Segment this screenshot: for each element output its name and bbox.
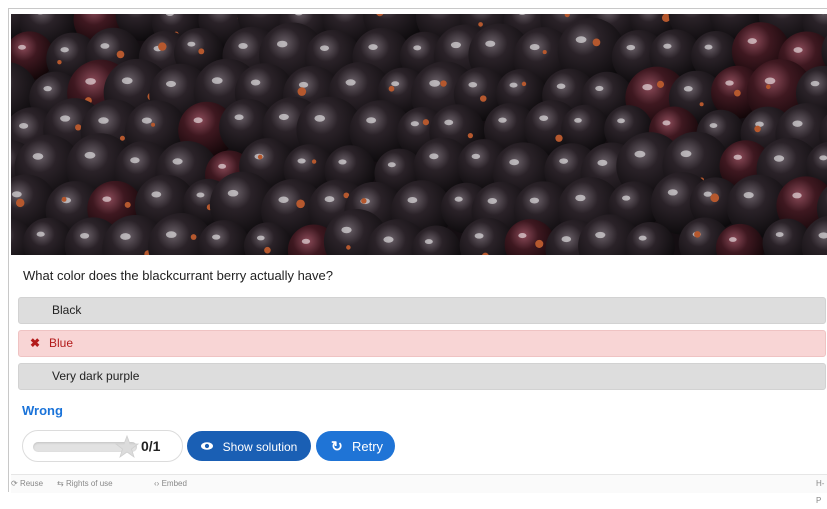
footer-bar: ⟳ Reuse ⇆ Rights of use ‹› Embed H-P xyxy=(11,474,827,493)
brand-logo: H-P xyxy=(816,475,827,509)
feedback-text: Wrong xyxy=(22,403,63,418)
embed-link[interactable]: ‹› Embed xyxy=(154,475,187,492)
answer-option-black[interactable]: Black xyxy=(18,297,826,324)
answer-label: Very dark purple xyxy=(52,369,139,383)
retry-icon: ↻ xyxy=(331,431,343,461)
star-icon xyxy=(115,435,139,459)
show-solution-button[interactable]: Show solution xyxy=(187,431,311,461)
question-text: What color does the blackcurrant berry a… xyxy=(23,268,333,283)
answer-label: Blue xyxy=(49,331,73,356)
score-text: 0/1 xyxy=(141,438,160,454)
wrong-mark-icon: ✖ xyxy=(30,331,40,356)
answer-option-very-dark-purple[interactable]: Very dark purple xyxy=(18,363,826,390)
eye-icon xyxy=(201,431,213,472)
retry-label: Retry xyxy=(352,439,383,454)
answer-option-blue[interactable]: ✖ Blue xyxy=(18,330,826,357)
show-solution-label: Show solution xyxy=(223,440,298,454)
score-bar: 0/1 xyxy=(22,430,183,462)
reuse-link[interactable]: ⟳ Reuse xyxy=(11,475,43,492)
retry-button[interactable]: ↻ Retry xyxy=(316,431,395,461)
answer-label: Black xyxy=(52,303,81,317)
blackcurrant-photo xyxy=(11,14,827,255)
rights-of-use-link[interactable]: ⇆ Rights of use xyxy=(57,475,113,492)
